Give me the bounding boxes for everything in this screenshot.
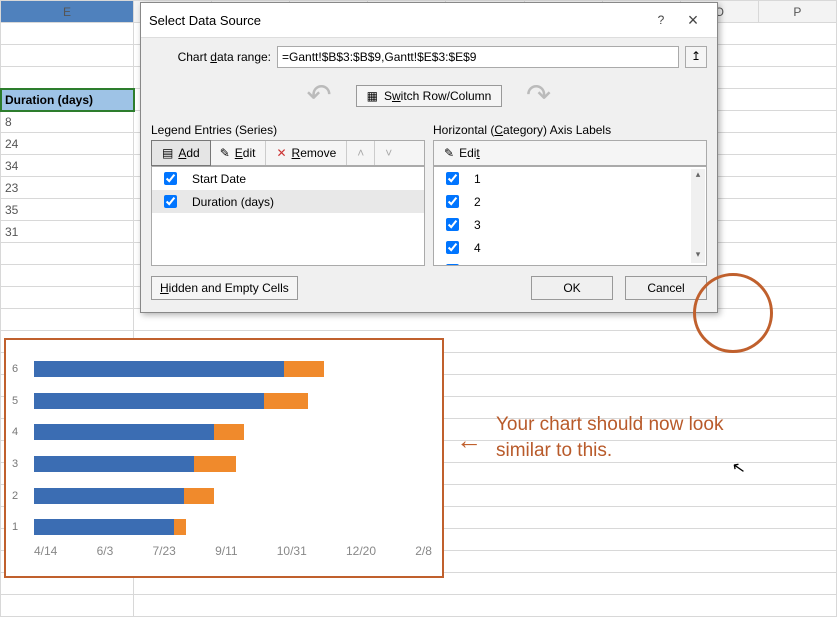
chart-bar-segment [184, 488, 214, 504]
duration-cell[interactable]: 35 [1, 199, 134, 221]
axis-item[interactable]: 2 [434, 190, 706, 213]
axis-item[interactable]: 4 [434, 236, 706, 259]
chart-bar-segment [34, 424, 214, 440]
close-button[interactable]: × [677, 9, 709, 31]
chart-x-tick: 10/31 [277, 544, 307, 558]
duration-cell[interactable]: 24 [1, 133, 134, 155]
series-listbox[interactable]: Start Date Duration (days) [151, 166, 425, 266]
dialog-title: Select Data Source [149, 13, 645, 28]
chart-bar-segment [174, 519, 186, 535]
chart-bar-segment [264, 393, 308, 409]
annotation-arrow-icon: ← [456, 425, 482, 456]
add-series-button[interactable]: ▤Add [151, 140, 211, 166]
legend-entries-label: Legend Entries (Series) [151, 123, 425, 137]
edit-series-button[interactable]: ✎Edit [210, 141, 267, 165]
chart-x-tick: 7/23 [152, 544, 175, 558]
axis-checkbox[interactable] [446, 172, 459, 185]
series-toolbar: ▤Add ✎Edit ✕Remove ˄ ˅ [151, 140, 425, 166]
series-checkbox[interactable] [164, 195, 177, 208]
arrow-right-icon: ↶ [526, 78, 551, 113]
axis-label: 1 [474, 172, 481, 186]
chart-bar-segment [34, 361, 284, 377]
switch-label: Switch Row/Column [384, 89, 491, 103]
chart-bar-row [34, 393, 308, 409]
col-header-p[interactable]: P [758, 1, 836, 23]
chart-y-tick: 2 [12, 490, 18, 502]
series-label: Start Date [192, 172, 246, 186]
axis-item[interactable]: 1 [434, 167, 706, 190]
duration-cell[interactable]: 34 [1, 155, 134, 177]
axis-labels-label: Horizontal (Category) Axis Labels [433, 123, 707, 137]
duration-cell[interactable]: 31 [1, 221, 134, 243]
move-up-button[interactable]: ˄ [347, 141, 375, 165]
series-item[interactable]: Start Date [152, 167, 424, 190]
chart-data-range-label: Chart data range: [151, 50, 271, 64]
axis-toolbar: ✎Edit [433, 140, 707, 166]
chart-x-tick: 6/3 [97, 544, 114, 558]
axis-scrollbar[interactable]: ▴▾ [691, 169, 705, 263]
help-button[interactable]: ? [645, 9, 677, 31]
duration-cell[interactable]: 8 [1, 111, 134, 133]
axis-label: 4 [474, 241, 481, 255]
chart-bar-segment [214, 424, 244, 440]
switch-row-column-button[interactable]: ▦ Switch Row/Column [356, 85, 503, 107]
chart-bar-segment [194, 456, 236, 472]
edit-axis-button[interactable]: ✎Edit [434, 141, 490, 165]
edit-icon: ✎ [220, 146, 230, 160]
chart-y-tick: 6 [12, 363, 18, 375]
axis-checkbox[interactable] [446, 241, 459, 254]
annotation-text: Your chart should now look similar to th… [496, 412, 766, 463]
chart-x-tick: 2/8 [415, 544, 432, 558]
chart-bar-row [34, 488, 214, 504]
col-header-e[interactable]: E [1, 1, 134, 23]
duration-cell[interactable]: 23 [1, 177, 134, 199]
duration-header-cell[interactable]: Duration (days) [1, 89, 134, 111]
dialog-titlebar[interactable]: Select Data Source ? × [141, 3, 717, 38]
chart-bar-row [34, 519, 186, 535]
series-label: Duration (days) [192, 195, 274, 209]
chart-y-tick: 3 [12, 458, 18, 470]
chart-bar-row [34, 424, 244, 440]
add-icon: ▤ [162, 146, 173, 160]
chart-bar-segment [34, 393, 264, 409]
chart-bar-segment [34, 456, 194, 472]
chart-bar-segment [284, 361, 324, 377]
chart-bar-segment [34, 519, 174, 535]
chart-bar-row [34, 361, 324, 377]
chart-data-range-input[interactable] [277, 46, 679, 68]
axis-label: 2 [474, 195, 481, 209]
switch-icon: ▦ [367, 89, 378, 103]
chart-bar-row [34, 456, 236, 472]
remove-series-button[interactable]: ✕Remove [266, 141, 347, 165]
axis-checkbox[interactable] [446, 195, 459, 208]
select-data-source-dialog: Select Data Source ? × Chart data range:… [140, 2, 718, 313]
arrow-left-icon: ↶ [306, 78, 331, 113]
axis-item[interactable]: 5 [434, 259, 706, 266]
axis-checkbox[interactable] [446, 218, 459, 231]
cancel-button[interactable]: Cancel [625, 276, 707, 300]
edit-icon: ✎ [444, 146, 454, 160]
chart-preview: 1 2 3 4 5 6 4/14 6/3 7/23 9/11 10/31 12/20 2/8 [4, 338, 444, 578]
axis-label: 5 [474, 264, 481, 267]
axis-label: 3 [474, 218, 481, 232]
ok-button[interactable]: OK [531, 276, 613, 300]
series-checkbox[interactable] [164, 172, 177, 185]
axis-checkbox[interactable] [446, 264, 459, 266]
chart-x-tick: 9/11 [215, 544, 237, 558]
chart-y-tick: 5 [12, 395, 18, 407]
chart-bar-segment [34, 488, 184, 504]
chart-x-tick: 12/20 [346, 544, 376, 558]
chart-y-tick: 1 [12, 521, 18, 533]
series-item[interactable]: Duration (days) [152, 190, 424, 213]
chart-x-tick: 4/14 [34, 544, 57, 558]
axis-listbox[interactable]: 1 2 3 4 5 ▴▾ [433, 166, 707, 266]
remove-icon: ✕ [276, 146, 286, 160]
hidden-empty-cells-button[interactable]: Hidden and Empty Cells [151, 276, 298, 300]
chart-y-tick: 4 [12, 426, 18, 438]
move-down-button[interactable]: ˅ [375, 141, 402, 165]
axis-item[interactable]: 3 [434, 213, 706, 236]
range-collapse-button[interactable]: ↥ [685, 46, 707, 68]
